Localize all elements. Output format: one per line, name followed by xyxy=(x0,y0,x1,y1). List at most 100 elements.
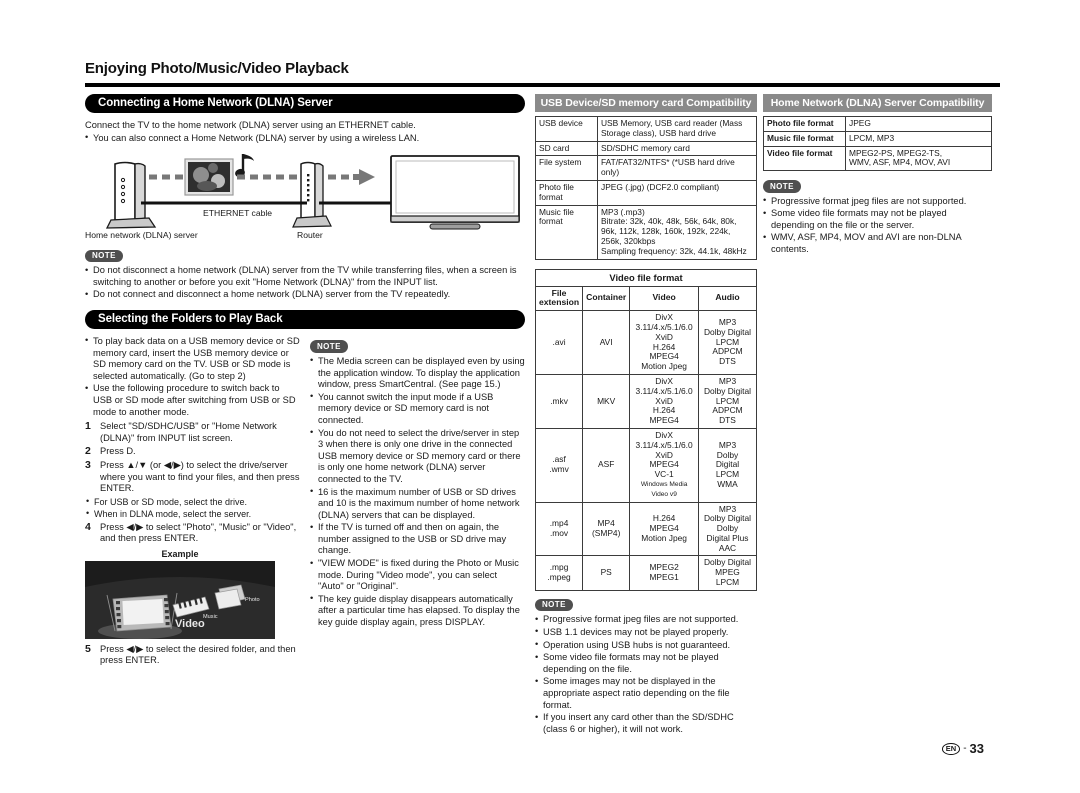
cell-video: DivX 3.11/4.x/5.1/6.0 XviD H.264 MPEG4 M… xyxy=(629,310,699,375)
col-header-container: Container xyxy=(582,285,631,312)
cell-value: LPCM, MP3 xyxy=(845,130,992,147)
table-title-dlna-compatibility: Home Network (DLNA) Server Compatibility xyxy=(763,94,992,112)
intro-block: Connect the TV to the home network (DLNA… xyxy=(85,120,525,144)
table-row: Photo file format JPEG (.jpg) (DCF2.0 co… xyxy=(535,179,757,206)
table-row: .asf .wmv ASF DivX 3.11/4.x/5.1/6.0 XviD… xyxy=(534,427,757,503)
step-number: 1 xyxy=(85,420,91,433)
table-row: SD card SD/SDHC memory card xyxy=(535,140,757,157)
step-5: 5 Press ◀/▶ to select the desired folder… xyxy=(85,643,300,667)
step-number: 2 xyxy=(85,445,91,458)
table-row: Photo file format JPEG xyxy=(763,116,992,132)
video-film-icon xyxy=(106,592,178,632)
cell-video: DivX 3.11/4.x/5.1/6.0 XviD H.264 MPEG4 xyxy=(629,373,699,429)
page-title: Enjoying Photo/Music/Video Playback xyxy=(85,60,349,77)
prestep-bullet: Use the following procedure to switch ba… xyxy=(85,383,300,418)
step-text: Press ▲/▼ (or ◀/▶) to select the drive/s… xyxy=(100,459,300,494)
cell-value: SD/SDHC memory card xyxy=(597,140,757,157)
video-codec: Motion Jpeg xyxy=(641,361,687,372)
table-title-video-format: Video file format xyxy=(535,268,757,286)
cell-audio: MP3 Dolby Digital LPCM WMA xyxy=(698,427,757,503)
table-row: .mp4 .mov MP4 (SMP4) H.264 MPEG4 Motion … xyxy=(534,501,757,557)
intro-bullet: You can also connect a Home Network (DLN… xyxy=(85,132,525,145)
home-network-diagram: Home network (DLNA) server ETHERNET cabl… xyxy=(85,148,525,243)
video-codec: DivX 3.11/4.x/5.1/6.0 xyxy=(635,429,693,450)
step-text: Select "SD/SDHC/USB" or "Home Network (D… xyxy=(100,421,277,443)
cell-container: MKV xyxy=(582,373,631,429)
steps-column: To play back data on a USB memory device… xyxy=(85,335,300,669)
page-content: Enjoying Photo/Music/Video Playback Conn… xyxy=(85,60,1000,756)
prestep-bullet: To play back data on a USB memory device… xyxy=(85,335,300,382)
table-row: .mpg .mpeg PS MPEG2 MPEG1 Dolby Digital … xyxy=(534,555,757,591)
tv-icon xyxy=(390,155,520,230)
cell-label: Music file format xyxy=(535,204,598,260)
page-footer: EN - 33 xyxy=(941,741,984,756)
cell-extension: .mkv xyxy=(534,373,584,429)
three-column-layout: Connecting a Home Network (DLNA) Server … xyxy=(85,94,1000,736)
diagram-label-router: Router xyxy=(297,230,323,241)
video-codec: MPEG1 xyxy=(649,572,679,583)
dlna-server-icon xyxy=(105,161,157,229)
example-media-screen: Photo Music Video xyxy=(85,560,275,639)
step-sub-item: For USB or SD mode, select the drive. xyxy=(85,496,300,508)
note-badge-folders: NOTE xyxy=(310,340,348,353)
photo-cards-icon xyxy=(214,584,246,610)
cell-container: PS xyxy=(582,555,631,591)
table-title-usb-compatibility: USB Device/SD memory card Compatibility xyxy=(535,94,757,112)
step-4: 4 Press ◀/▶ to select "Photo", "Music" o… xyxy=(85,520,300,545)
cell-extension: .mp4 .mov xyxy=(534,501,584,557)
cell-extension: .mpg .mpeg xyxy=(534,555,584,591)
step-text: Press ◀/▶ to select "Photo", "Music" or … xyxy=(100,521,297,544)
cell-value: FAT/FAT32/NTFS* (*USB hard drive only) xyxy=(597,155,757,181)
video-codec: Motion Jpeg xyxy=(641,532,687,543)
cell-label: USB device xyxy=(535,116,598,142)
note-badge-dlna: NOTE xyxy=(85,249,123,263)
note-item: If the TV is turned off and then on agai… xyxy=(310,522,525,557)
title-rule xyxy=(85,83,1000,87)
note-badge-usb: NOTE xyxy=(535,598,573,612)
step-sub-item: When in DLNA mode, select the server. xyxy=(85,508,300,520)
step-3: 3 Press ▲/▼ (or ◀/▶) to select the drive… xyxy=(85,458,300,495)
cell-audio: MP3 Dolby Digital LPCM ADPCM DTS xyxy=(698,310,757,375)
dlna-note-list: Progressive format jpeg files are not su… xyxy=(763,195,992,256)
step-2: 2 Press D. xyxy=(85,446,300,458)
note-item: The key guide display disappears automat… xyxy=(310,593,525,629)
page-number: 33 xyxy=(969,741,984,756)
cell-extension: .avi xyxy=(534,310,584,375)
prestep-bullets: To play back data on a USB memory device… xyxy=(85,335,300,418)
cell-audio: MP3 Dolby Digital LPCM ADPCM DTS xyxy=(698,373,757,429)
step-number: 3 xyxy=(85,458,91,471)
note-item: Some video file formats may not be playe… xyxy=(763,208,992,231)
note-item: Some images may not be displayed in the … xyxy=(535,676,757,711)
side-note-column: NOTE The Media screen can be displayed e… xyxy=(310,336,525,669)
table-row: Video file format MPEG2-PS, MPEG2-TS, WM… xyxy=(763,145,992,172)
diagram-label-server: Home network (DLNA) server xyxy=(85,230,198,241)
audio-codec: WMA xyxy=(717,478,738,489)
audio-codec: DTS xyxy=(719,415,736,426)
note-item: WMV, ASF, MP4, MOV and AVI are non-DLNA … xyxy=(763,232,992,255)
audio-codec: LPCM xyxy=(715,577,740,588)
step-text: Press D. xyxy=(100,446,136,457)
cell-label: Photo file format xyxy=(763,116,846,132)
table-header-row: File extension Container Video Audio xyxy=(534,285,757,312)
cell-label: File system xyxy=(535,155,598,181)
note-item: You do not need to select the drive/serv… xyxy=(310,427,525,486)
cell-video: MPEG2 MPEG1 xyxy=(629,555,699,591)
table-row: .mkv MKV DivX 3.11/4.x/5.1/6.0 XviD H.26… xyxy=(534,373,757,429)
step-3-subs: For USB or SD mode, select the drive. Wh… xyxy=(85,496,300,520)
usb-compatibility-table: USB device USB Memory, USB card reader (… xyxy=(535,116,757,260)
example-caption: Example xyxy=(161,548,199,559)
note-item: The Media screen can be displayed even b… xyxy=(310,355,525,391)
cell-audio: Dolby Digital MPEG LPCM xyxy=(698,555,757,591)
table-row: Music file format MP3 (.mp3) Bitrate: 32… xyxy=(535,204,757,260)
video-codec: VC-1 xyxy=(654,469,674,480)
step-text: Press ◀/▶ to select the desired folder, … xyxy=(100,643,296,666)
video-codec: DivX 3.11/4.x/5.1/6.0 xyxy=(635,312,693,332)
video-codec: Windows Media Video v9 xyxy=(640,480,688,498)
table-row: File system FAT/FAT32/NTFS* (*USB hard d… xyxy=(535,155,757,181)
example-label-music: Music xyxy=(203,613,218,620)
cell-container: MP4 (SMP4) xyxy=(582,501,631,557)
cell-container: AVI xyxy=(582,310,631,375)
step-number: 4 xyxy=(85,520,91,533)
dashed-flow-right xyxy=(328,169,375,186)
section-header-connecting-dlna: Connecting a Home Network (DLNA) Server xyxy=(85,94,525,113)
